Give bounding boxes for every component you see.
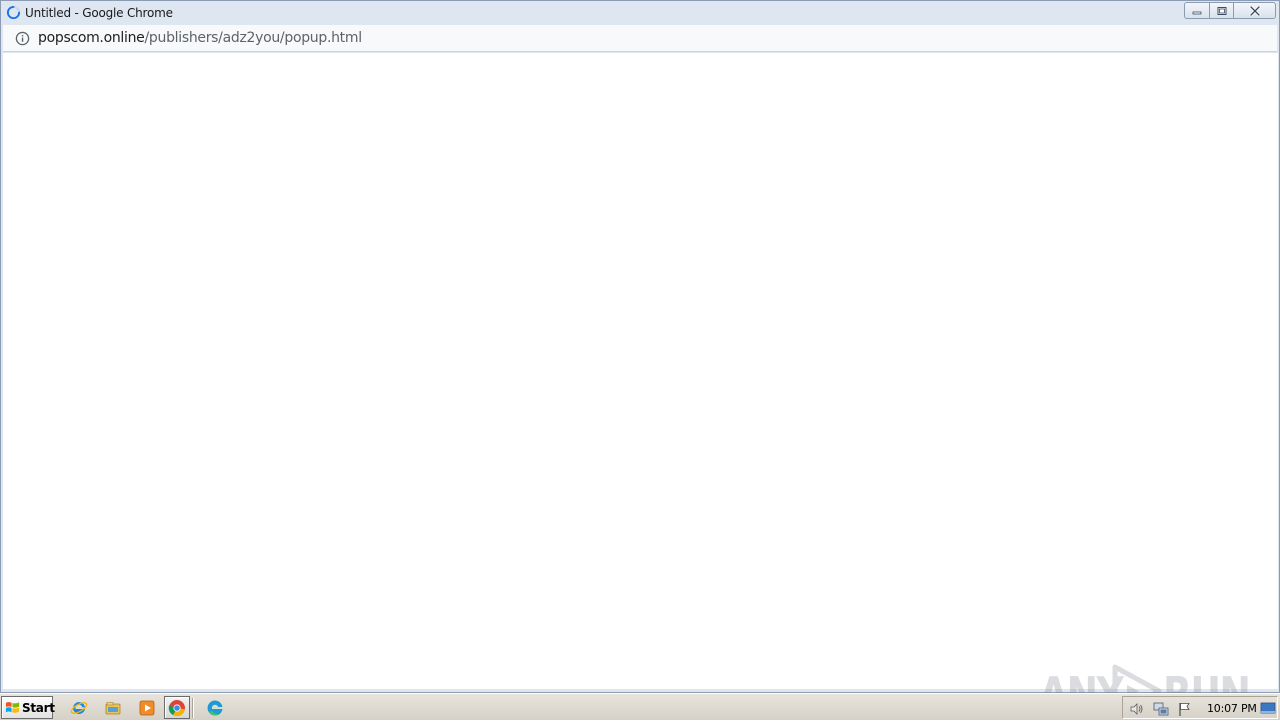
- address-bar[interactable]: popscom.online/publishers/adz2you/popup.…: [3, 25, 1277, 52]
- start-button[interactable]: Start: [1, 696, 55, 719]
- clock[interactable]: 10:07 PM: [1207, 702, 1257, 715]
- action-center-flag-icon[interactable]: [1177, 701, 1193, 717]
- file-explorer-icon: [105, 702, 121, 715]
- close-icon: [1249, 5, 1260, 16]
- speaker-icon[interactable]: [1129, 701, 1145, 717]
- window-title: Untitled - Google Chrome: [25, 6, 173, 20]
- restore-icon: [1217, 6, 1226, 15]
- info-icon[interactable]: [15, 31, 30, 46]
- internet-explorer-icon: [70, 701, 88, 714]
- taskbar-edge[interactable]: [204, 697, 226, 719]
- windows-flag-icon: [5, 702, 20, 713]
- media-player-icon: [139, 700, 155, 716]
- url-text[interactable]: popscom.online/publishers/adz2you/popup.…: [38, 30, 362, 46]
- taskbar-internet-explorer[interactable]: [68, 697, 90, 719]
- minimize-icon: [1192, 11, 1202, 14]
- loading-spinner-icon: [6, 5, 21, 20]
- taskbar-file-explorer[interactable]: [102, 697, 124, 719]
- url-host: popscom.online: [38, 30, 145, 46]
- close-button[interactable]: [1233, 2, 1276, 19]
- browser-window: Untitled - Google Chrome popscom.online/…: [0, 0, 1280, 721]
- taskbar-media-player[interactable]: [136, 697, 158, 719]
- minimize-button[interactable]: [1184, 2, 1210, 19]
- restore-button[interactable]: [1209, 2, 1234, 19]
- taskbar-chrome[interactable]: [164, 696, 190, 719]
- start-label: Start: [22, 701, 55, 715]
- system-tray: 10:07 PM: [1122, 696, 1278, 719]
- taskbar: Start 10:07 PM: [0, 693, 1280, 720]
- edge-icon: [207, 700, 223, 716]
- title-bar[interactable]: Untitled - Google Chrome: [1, 1, 1279, 25]
- network-icon[interactable]: [1153, 701, 1169, 717]
- taskbar-separator: [192, 698, 194, 718]
- url-path: /publishers/adz2you/popup.html: [144, 30, 363, 46]
- page-content[interactable]: ANY RUN: [3, 53, 1278, 721]
- chrome-icon: [168, 700, 185, 717]
- show-desktop-icon[interactable]: [1260, 700, 1276, 716]
